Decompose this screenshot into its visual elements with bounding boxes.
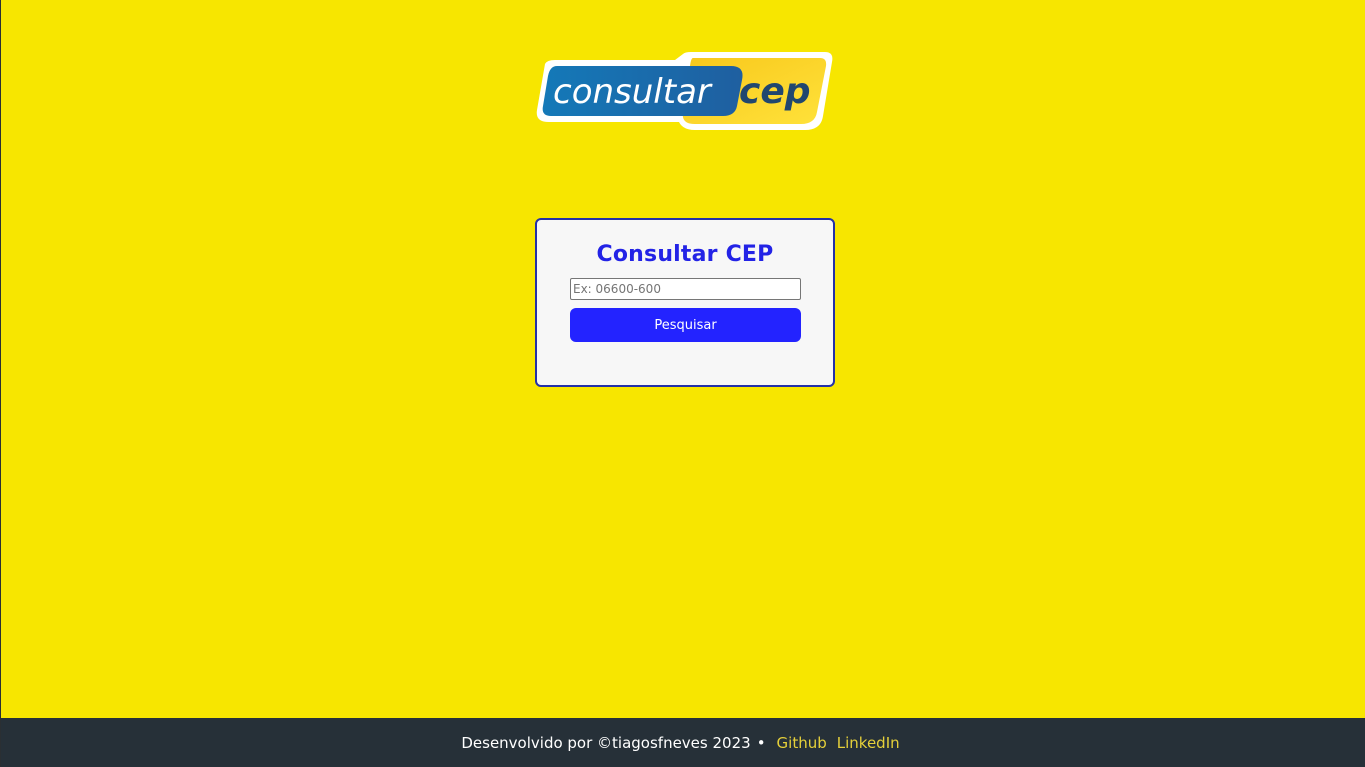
logo-text-right: cep: [739, 71, 811, 112]
cep-input[interactable]: [570, 278, 801, 300]
logo-text-left: consultar: [553, 72, 713, 112]
logo-graphic: consultar cep: [536, 52, 833, 130]
github-link[interactable]: Github: [777, 734, 827, 752]
card-title: Consultar CEP: [596, 242, 774, 267]
footer: Desenvolvido por ©tiagosfneves 2023 • Gi…: [1, 718, 1365, 767]
footer-credit: Desenvolvido por ©tiagosfneves 2023: [461, 733, 751, 752]
consultar-cep-logo: consultar cep: [535, 50, 835, 132]
linkedin-link[interactable]: LinkedIn: [837, 734, 900, 752]
search-button[interactable]: Pesquisar: [570, 308, 801, 342]
cep-search-card: Consultar CEP Pesquisar: [535, 218, 835, 387]
footer-separator: •: [756, 733, 766, 752]
